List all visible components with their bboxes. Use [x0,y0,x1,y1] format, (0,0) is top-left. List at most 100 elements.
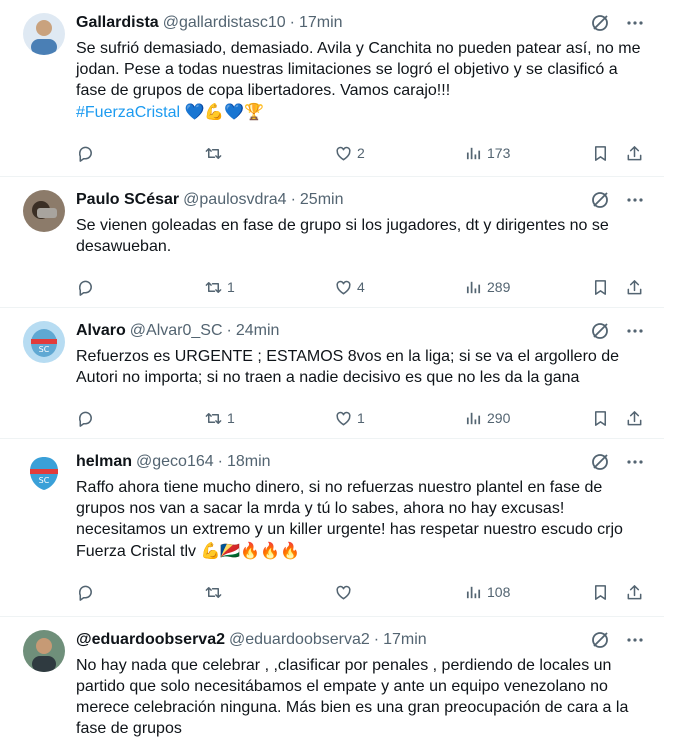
timestamp[interactable]: 17min [299,14,343,32]
bookmark-button[interactable] [591,278,610,297]
like-icon [334,144,353,163]
display-name[interactable]: Paulo SCésar [76,191,179,209]
tweet[interactable]: SC helman @geco164 · 18min Raffo ahora t… [0,439,664,617]
avatar[interactable] [23,13,65,55]
timeline-feed: Gallardista @gallardistasc10 · 17min Se … [0,0,664,748]
share-button[interactable] [625,278,644,297]
action-bar: 1 1 290 [76,394,648,442]
more-icon[interactable] [626,322,644,340]
username[interactable]: @eduardoobserva2 [229,631,370,649]
reply-button[interactable] [76,278,99,297]
grok-icon[interactable] [590,13,610,33]
share-icon [625,278,644,297]
separator-dot: · [373,631,380,648]
retweet-button[interactable] [204,583,227,602]
timestamp[interactable]: 18min [227,453,271,471]
bookmark-button[interactable] [591,583,610,602]
like-button[interactable] [334,583,357,602]
share-icon [625,144,644,163]
avatar[interactable]: SC [23,452,65,494]
views-count: 289 [487,279,511,295]
views-button[interactable]: 108 [464,583,510,602]
views-icon [464,144,483,163]
like-count: 4 [357,279,365,295]
display-name[interactable]: @eduardoobserva2 [76,631,225,649]
retweet-icon [204,409,223,428]
username[interactable]: @geco164 [136,453,214,471]
timestamp[interactable]: 24min [236,322,280,340]
tweet-text: Se vienen goleadas en fase de grupo si l… [76,217,609,255]
reply-icon [76,144,95,163]
timestamp[interactable]: 17min [383,631,427,649]
username[interactable]: @paulosvdra4 [183,191,286,209]
views-count: 173 [487,145,511,161]
tweet-text: Raffo ahora tiene mucho dinero, si no re… [76,477,648,562]
display-name[interactable]: Alvaro [76,322,126,340]
timestamp[interactable]: 25min [300,191,344,209]
display-name[interactable]: Gallardista [76,14,159,32]
separator-dot: · [226,322,232,339]
bookmark-button[interactable] [591,409,610,428]
avatar[interactable]: SC [23,321,65,363]
reply-button[interactable] [76,144,99,163]
like-count: 2 [357,145,365,161]
action-bar: 2 173 [76,129,648,177]
share-button[interactable] [625,409,644,428]
like-button[interactable]: 1 [334,409,365,428]
grok-icon[interactable] [590,321,610,341]
tweet-header: @eduardoobserva2 @eduardoobserva2 · 17mi… [76,627,648,653]
tweet-text: Se sufrió demasiado, demasiado. Avila y … [76,38,648,123]
emoji-text: 💙💪💙🏆 [184,102,265,121]
grok-icon[interactable] [590,452,610,472]
bookmark-button[interactable] [591,144,610,163]
more-icon[interactable] [626,631,644,649]
tweet-text: No hay nada que celebrar , ,clasificar p… [76,657,629,737]
tweet[interactable]: @eduardoobserva2 @eduardoobserva2 · 17mi… [0,617,664,748]
tweet[interactable]: Paulo SCésar @paulosvdra4 · 25min Se vie… [0,177,664,308]
reply-button[interactable] [76,583,99,602]
action-bar: 108 [76,568,648,616]
like-button[interactable]: 4 [334,278,365,297]
reply-icon [76,278,95,297]
tweet-header: Gallardista @gallardistasc10 · 17min [76,10,648,36]
reply-button[interactable] [76,409,99,428]
more-icon[interactable] [626,14,644,32]
separator-dot: · [289,14,295,31]
retweet-button[interactable]: 1 [204,409,235,428]
tweet[interactable]: SC Alvaro @Alvar0_SC · 24min Refuerzos e… [0,308,664,439]
grok-icon[interactable] [590,630,610,650]
like-button[interactable]: 2 [334,144,365,163]
tweet-text: Refuerzos es URGENTE ; ESTAMOS 8vos en l… [76,348,620,386]
retweet-count: 1 [227,410,235,426]
reply-icon [76,583,95,602]
share-button[interactable] [625,583,644,602]
retweet-button[interactable]: 1 [204,278,235,297]
display-name[interactable]: helman [76,453,132,471]
grok-icon[interactable] [590,190,610,210]
views-button[interactable]: 173 [464,144,510,163]
bookmark-icon [591,409,610,428]
retweet-icon [204,583,223,602]
bookmark-icon [591,278,610,297]
views-count: 108 [487,584,511,600]
svg-text:SC: SC [39,345,50,354]
username[interactable]: @Alvar0_SC [130,322,223,340]
tweet-text-body: Raffo ahora tiene mucho dinero, si no re… [76,479,623,560]
more-icon[interactable] [626,453,644,471]
username[interactable]: @gallardistasc10 [163,14,286,32]
retweet-button[interactable] [204,144,227,163]
views-button[interactable]: 289 [464,278,510,297]
tweet[interactable]: Gallardista @gallardistasc10 · 17min Se … [0,0,664,177]
action-bar: 1 4 289 [76,263,648,311]
avatar[interactable] [23,630,65,672]
share-button[interactable] [625,144,644,163]
retweet-count: 1 [227,279,235,295]
more-icon[interactable] [626,191,644,209]
bookmark-icon [591,144,610,163]
retweet-icon [204,278,223,297]
views-button[interactable]: 290 [464,409,510,428]
views-icon [464,409,483,428]
avatar[interactable] [23,190,65,232]
hashtag-link[interactable]: #FuerzaCristal [76,104,180,121]
separator-dot: · [217,453,223,470]
